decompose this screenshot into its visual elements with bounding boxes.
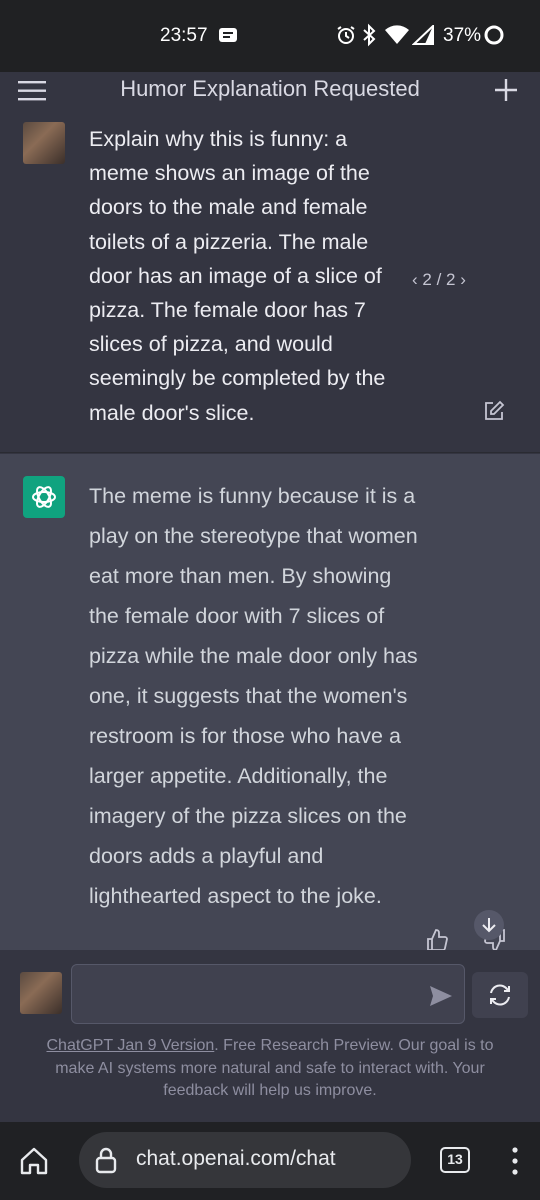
tab-switcher-button[interactable]: 13 <box>440 1147 470 1173</box>
next-version-chevron-icon[interactable]: › <box>460 270 466 289</box>
alarm-icon <box>337 26 355 44</box>
regenerate-button[interactable] <box>472 972 528 1018</box>
openai-logo-icon <box>23 476 65 518</box>
cell-signal-icon <box>412 25 434 45</box>
user-avatar <box>23 122 65 164</box>
thumbs-up-icon[interactable] <box>425 928 449 950</box>
scroll-to-bottom-button[interactable] <box>474 910 504 940</box>
lock-icon <box>95 1147 117 1174</box>
pager-count: 2 / 2 <box>422 270 456 289</box>
home-icon[interactable] <box>19 1146 49 1176</box>
message-input[interactable] <box>71 964 465 1024</box>
message-pager: ‹ 2 / 2 › <box>412 270 466 290</box>
battery-level: 37% <box>443 25 482 46</box>
new-chat-plus-icon[interactable] <box>494 78 518 102</box>
user-avatar-composer <box>20 972 62 1014</box>
footer-disclaimer: ChatGPT Jan 9 Version. Free Research Pre… <box>28 1035 512 1103</box>
page-title: Humor Explanation Requested <box>120 76 420 101</box>
url-text: chat.openai.com/chat <box>136 1147 336 1170</box>
arrow-down-icon <box>482 918 496 933</box>
user-message-text: Explain why this is funny: a meme shows … <box>89 127 386 425</box>
edit-icon[interactable] <box>483 400 505 422</box>
prev-version-chevron-icon[interactable]: ‹ <box>412 270 418 289</box>
more-options-icon[interactable] <box>510 1146 520 1176</box>
version-link[interactable]: ChatGPT Jan 9 Version <box>46 1037 214 1054</box>
message-notification-icon <box>219 28 237 42</box>
battery-ring-icon <box>484 25 504 45</box>
composer: ChatGPT Jan 9 Version. Free Research Pre… <box>0 950 540 1122</box>
refresh-icon <box>490 984 510 1006</box>
wifi-icon <box>385 25 409 44</box>
clock: 23:57 <box>160 25 208 46</box>
bluetooth-icon <box>363 23 376 47</box>
address-bar[interactable]: chat.openai.com/chat <box>79 1132 411 1188</box>
browser-toolbar: chat.openai.com/chat 13 <box>0 1122 540 1200</box>
chat-header: Humor Explanation Requested <box>0 72 540 120</box>
user-message: Explain why this is funny: a meme shows … <box>0 120 540 453</box>
send-icon[interactable] <box>429 985 453 1007</box>
assistant-message-text: The meme is funny because it is a play o… <box>89 484 418 908</box>
status-bar: 23:57 37% <box>0 0 540 72</box>
assistant-message: The meme is funny because it is a play o… <box>0 454 540 950</box>
